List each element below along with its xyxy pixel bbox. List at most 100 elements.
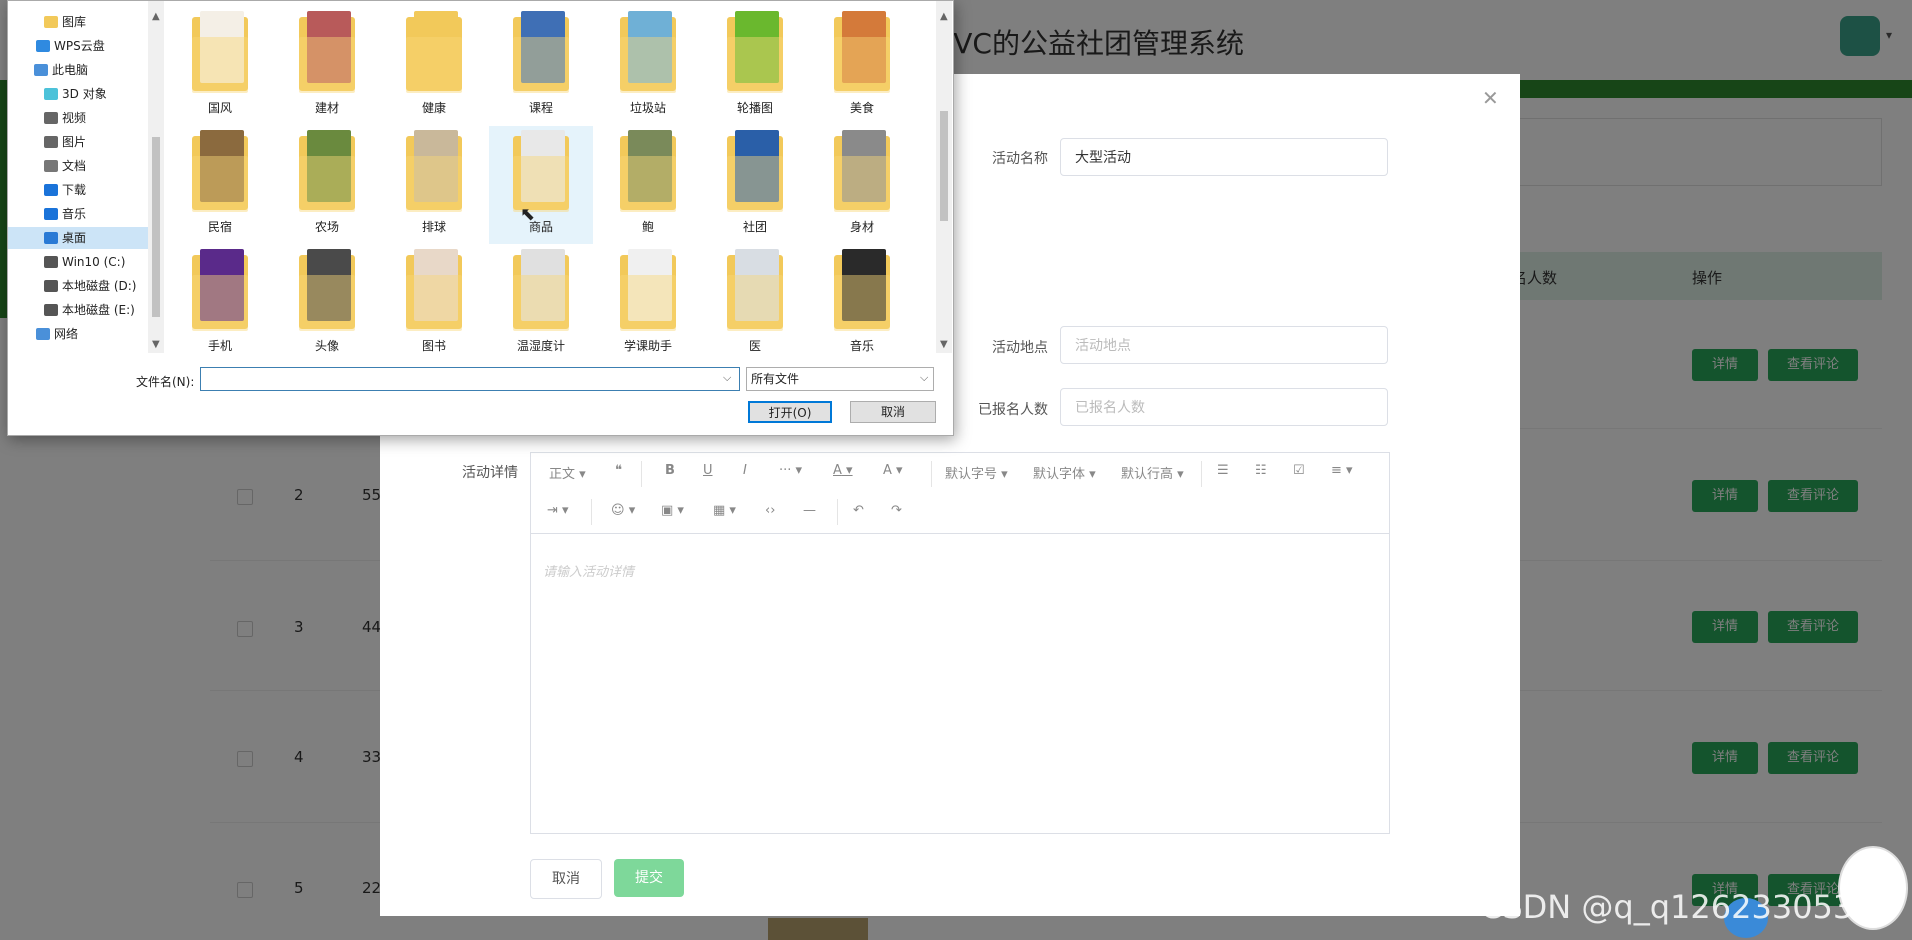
nav-item-label: 图片 — [62, 135, 87, 149]
rich-text-editor[interactable]: 正文 ▾ ❝ B U I ··· ▾ A ▾ A ▾ 默认字号 ▾ 默认字体 ▾… — [530, 452, 1390, 834]
nav-item[interactable]: 本地磁盘 (E:) — [8, 299, 148, 321]
folder-item[interactable]: 美食 — [810, 7, 914, 125]
font-color-dropdown[interactable]: A ▾ — [833, 463, 853, 478]
nav-item[interactable]: 3D 对象 — [8, 83, 148, 105]
folder-item[interactable]: 轮播图 — [703, 7, 807, 125]
folder-flap — [406, 275, 462, 331]
folder-item[interactable]: 排球 — [382, 126, 486, 244]
bullet-list-icon[interactable]: ☰ — [1217, 463, 1229, 478]
todo-list-icon[interactable]: ☑ — [1293, 463, 1305, 478]
open-button[interactable]: 打开(O) — [748, 401, 832, 423]
folder-item[interactable]: 商品 — [489, 126, 593, 244]
align-dropdown[interactable]: ≡ ▾ — [1331, 463, 1353, 478]
image-dropdown[interactable]: ▣ ▾ — [661, 503, 684, 518]
nav-item-label: 桌面 — [62, 231, 87, 245]
folder-icon — [44, 88, 58, 100]
folder-label: 垃圾站 — [629, 101, 666, 115]
nav-item[interactable]: 音乐 — [8, 203, 148, 225]
files-scrollbar-thumb[interactable] — [940, 111, 948, 221]
editor-placeholder: 请输入活动详情 — [543, 565, 635, 580]
scroll-up-icon[interactable]: ▲ — [152, 11, 160, 22]
folder-item[interactable]: 音乐 — [810, 245, 914, 353]
scroll-up-icon[interactable]: ▲ — [940, 11, 948, 22]
nav-item-label: 本地磁盘 (D:) — [62, 279, 137, 293]
font-size-dropdown[interactable]: 默认字号 ▾ — [945, 463, 1008, 482]
underline-icon[interactable]: U — [703, 463, 713, 478]
folder-item[interactable]: 温湿度计 — [489, 245, 593, 353]
font-family-dropdown[interactable]: 默认字体 ▾ — [1033, 463, 1096, 482]
nav-item[interactable]: Win10 (C:) — [8, 251, 148, 273]
quote-icon[interactable]: ❝ — [615, 463, 622, 478]
nav-item[interactable]: 本地磁盘 (D:) — [8, 275, 148, 297]
folder-icon — [44, 232, 58, 244]
indent-dropdown[interactable]: ⇥ ▾ — [547, 503, 569, 518]
file-open-dialog: 图库 WPS云盘 此电脑 3D 对象 视频 图片 文档 下载 音乐 桌面 Win10 (C:) 本地磁… — [7, 0, 954, 436]
folder-flap — [513, 275, 569, 331]
folder-flap — [620, 37, 676, 93]
folder-item[interactable]: 课程 — [489, 7, 593, 125]
filename-input[interactable] — [200, 367, 740, 391]
toolbar-divider — [591, 499, 592, 525]
cancel-button[interactable]: 取消 — [530, 859, 602, 899]
line-height-dropdown[interactable]: 默认行高 ▾ — [1121, 463, 1184, 482]
italic-icon[interactable]: I — [743, 463, 747, 478]
divider-icon[interactable]: — — [803, 503, 816, 518]
nav-item[interactable]: 桌面 — [8, 227, 148, 249]
nav-item[interactable]: 文档 — [8, 155, 148, 177]
folder-item[interactable]: 民宿 — [168, 126, 272, 244]
nav-item[interactable]: 网络 — [8, 323, 148, 345]
folder-item[interactable]: 头像 — [275, 245, 379, 353]
nav-scrollbar-thumb[interactable] — [152, 137, 160, 317]
folder-label: 手机 — [207, 339, 232, 353]
folder-label: 医 — [748, 339, 761, 353]
nav-item[interactable]: 图库 — [8, 11, 148, 33]
background-color-dropdown[interactable]: A ▾ — [883, 463, 903, 478]
folder-item[interactable]: 垃圾站 — [596, 7, 700, 125]
nav-item[interactable]: 视频 — [8, 107, 148, 129]
undo-icon[interactable]: ↶ — [853, 503, 864, 518]
folder-label: 商品 — [528, 220, 553, 234]
numbered-list-icon[interactable]: ☷ — [1255, 463, 1267, 478]
close-icon[interactable]: ✕ — [1482, 86, 1499, 110]
nav-item[interactable]: WPS云盘 — [8, 35, 148, 57]
emoji-dropdown[interactable]: ☺ ▾ — [611, 503, 635, 518]
scroll-down-icon[interactable]: ▼ — [152, 339, 160, 350]
folder-item[interactable]: 国风 — [168, 7, 272, 125]
folder-item[interactable]: 社团 — [703, 126, 807, 244]
folder-flap — [620, 275, 676, 331]
signups-count-input[interactable]: 已报名人数 — [1060, 388, 1388, 426]
table-dropdown[interactable]: ▦ ▾ — [713, 503, 736, 518]
folder-item[interactable]: 健康 — [382, 7, 486, 125]
code-icon[interactable]: ‹› — [765, 503, 775, 518]
submit-button[interactable]: 提交 — [614, 859, 684, 897]
chevron-down-icon[interactable]: ⌵ — [920, 371, 928, 385]
folder-item[interactable]: 建材 — [275, 7, 379, 125]
more-formatting-dropdown[interactable]: ··· ▾ — [779, 463, 802, 478]
nav-item-label: 视频 — [62, 111, 87, 125]
activity-name-input[interactable]: 大型活动 — [1060, 138, 1388, 176]
cancel-button[interactable]: 取消 — [850, 401, 936, 423]
bold-icon[interactable]: B — [665, 463, 675, 478]
folder-flap — [192, 37, 248, 93]
filetype-select[interactable]: 所有文件 — [746, 367, 934, 391]
scroll-down-icon[interactable]: ▼ — [940, 339, 948, 350]
folder-item[interactable]: 身材 — [810, 126, 914, 244]
folder-item[interactable]: 医 — [703, 245, 807, 353]
folder-item[interactable]: 学课助手 — [596, 245, 700, 353]
folder-item[interactable]: 图书 — [382, 245, 486, 353]
folder-item[interactable]: 农场 — [275, 126, 379, 244]
redo-icon[interactable]: ↷ — [891, 503, 902, 518]
paragraph-style-dropdown[interactable]: 正文 ▾ — [549, 463, 586, 482]
activity-location-input[interactable]: 活动地点 — [1060, 326, 1388, 364]
filename-label: 文件名(N): — [136, 375, 195, 389]
chevron-down-icon[interactable]: ⌵ — [723, 371, 731, 385]
folder-icon — [34, 64, 48, 76]
folder-item[interactable]: 鲍 — [596, 126, 700, 244]
nav-item[interactable]: 下载 — [8, 179, 148, 201]
nav-item[interactable]: 此电脑 — [8, 59, 148, 81]
nav-item-label: 下载 — [62, 183, 87, 197]
nav-item[interactable]: 图片 — [8, 131, 148, 153]
folder-item[interactable]: 手机 — [168, 245, 272, 353]
folder-icon — [44, 184, 58, 196]
watermark: CSDN @q_q1262330535 — [1480, 888, 1874, 926]
